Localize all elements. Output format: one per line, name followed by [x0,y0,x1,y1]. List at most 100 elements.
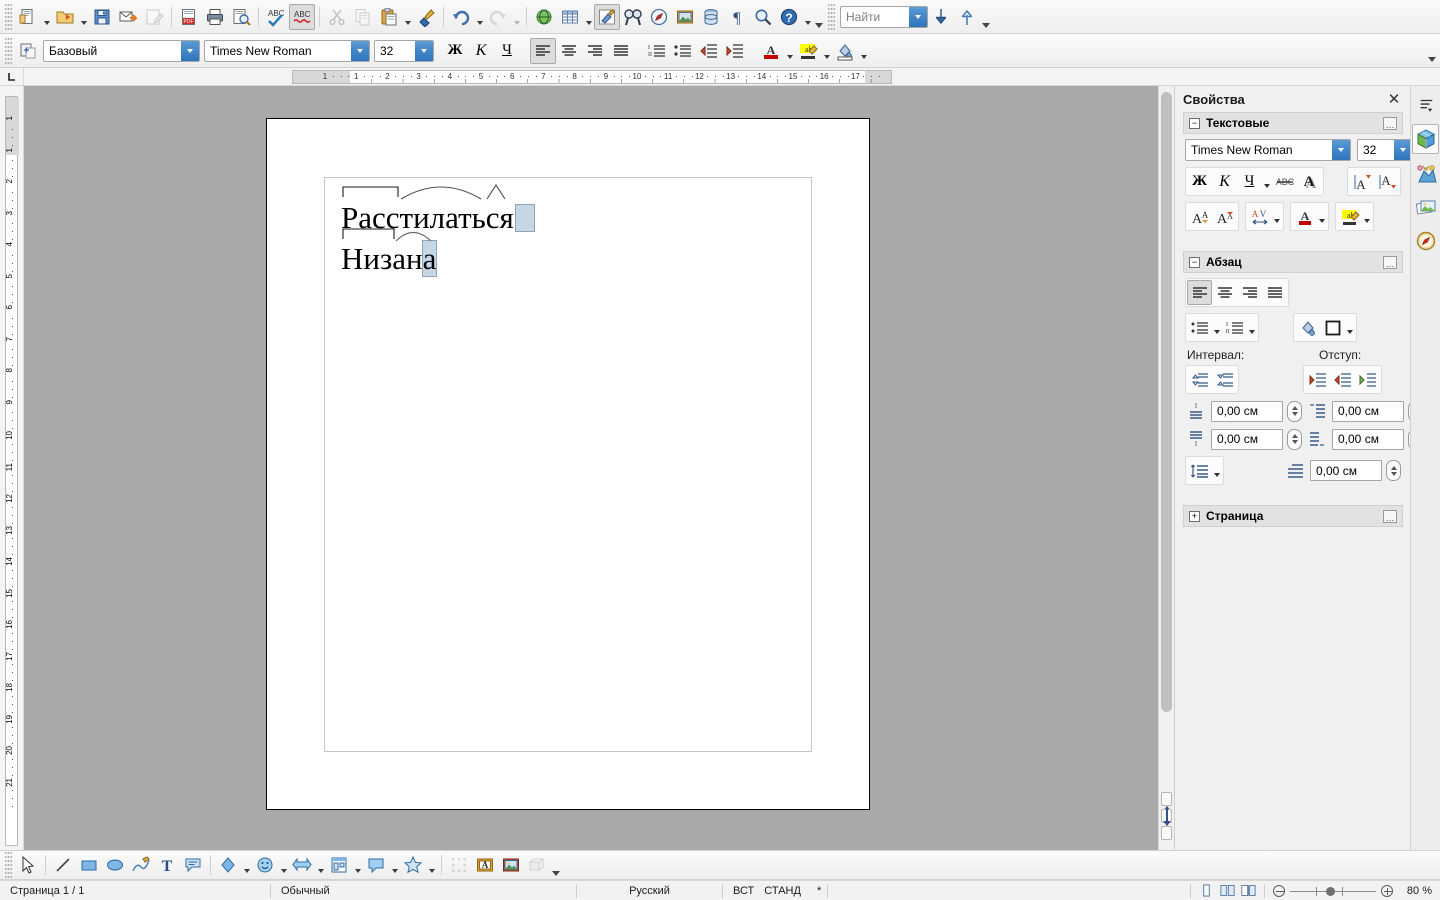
background-color-icon[interactable] [832,38,858,64]
print-icon[interactable] [202,4,228,30]
bold-button[interactable]: Ж [442,38,468,64]
autospellcheck-icon[interactable]: ABC [289,3,315,30]
align-right-icon[interactable] [1237,280,1262,305]
spelling-check-icon[interactable]: ABC [263,4,289,30]
decrease-indent-icon[interactable] [1330,367,1355,392]
status-language[interactable]: Русский [577,881,722,900]
align-justify-icon[interactable] [608,38,634,64]
clone-formatting-icon[interactable] [413,4,439,30]
subscript-icon[interactable]: A [1374,169,1399,194]
formatting-marks-icon[interactable]: ¶ [724,4,750,30]
space-below-stepper[interactable] [1287,428,1302,450]
font-color-icon[interactable]: A [758,38,784,64]
formatting-toolbar-grip[interactable] [5,37,12,64]
paragraph-section-header[interactable]: − Абзац … [1183,251,1403,273]
character-section-header[interactable]: − Текстовые … [1183,112,1403,134]
vertical-ruler-scale[interactable]: 1 1 2 3 4 5 6 7 8 9 10 11 12 13 14 15 16 17 18 19 20 21 [5,96,19,846]
align-center-icon[interactable] [1212,280,1237,305]
previous-page-button[interactable] [1161,792,1172,806]
space-above-field[interactable]: 0,00 см [1211,400,1283,422]
underline-button[interactable]: Ч [494,38,520,64]
search-history-dropdown[interactable] [909,6,927,27]
character-spacing-icon[interactable]: A V [1247,204,1272,229]
open-folder-dropdown-arrow[interactable] [78,4,89,30]
find-toolbar-grip[interactable] [828,3,835,30]
styles-deck-icon[interactable] [1412,158,1439,188]
top-margin-indicator[interactable] [6,97,19,155]
paragraph-style-dropdown-arrow[interactable] [181,40,199,61]
tab-stop-marker[interactable]: ⊥ [431,78,437,83]
block-arrows-dropdown-arrow[interactable] [315,852,326,878]
callout-shapes-dropdown-arrow[interactable] [389,852,400,878]
tab-stop-marker[interactable]: ⊥ [618,78,624,83]
unordered-list-icon[interactable] [1187,315,1212,340]
character-collapse-toggle[interactable]: − [1189,117,1200,129]
find-next-icon[interactable] [928,4,954,30]
highlight-color-icon[interactable]: ab [1337,204,1362,229]
align-center-icon[interactable] [556,38,582,64]
find-replace-icon[interactable] [620,4,646,30]
multi-page-view-icon[interactable] [1220,884,1235,897]
tab-stop-marker[interactable]: ⊥ [681,78,687,83]
vertical-scrollbar[interactable] [1158,86,1174,850]
symbol-shapes-icon[interactable] [252,852,278,878]
page-collapse-toggle[interactable]: + [1189,510,1200,522]
tab-stop-marker[interactable]: ⊥ [806,78,812,83]
callout-shapes-icon[interactable] [363,852,389,878]
italic-button[interactable]: К [468,38,494,64]
edit-mode-icon[interactable] [141,4,167,30]
tab-stop-marker[interactable]: ⊥ [525,78,531,83]
sidebar-font-size-combo[interactable]: 32 [1357,139,1413,161]
help-icon[interactable]: ? [776,4,802,30]
document-line-2[interactable]: Низана [341,228,761,279]
paste-dropdown-arrow[interactable] [402,4,413,30]
cut-icon[interactable] [324,4,350,30]
font-size-combo[interactable]: 32 [374,39,434,62]
extrusion-icon[interactable] [524,852,550,878]
decrease-font-size-icon[interactable]: A A [1212,204,1237,229]
toolbar-grip[interactable] [5,3,12,30]
tab-stop-marker[interactable]: ⊥ [400,78,406,83]
insert-image-icon[interactable] [672,4,698,30]
highlight-color-dropdown-arrow[interactable] [1362,204,1372,229]
zoom-slider[interactable] [1290,885,1376,897]
font-name-combo[interactable]: Times New Roman [204,39,370,62]
block-arrows-icon[interactable] [289,852,315,878]
formatting-toolbar-overflow-button[interactable] [1426,36,1438,66]
navigator-icon[interactable] [646,4,672,30]
page-more-options-icon[interactable]: … [1383,509,1397,523]
rotate-icon[interactable] [446,852,472,878]
sidebar-underline-button[interactable]: Ч [1237,169,1262,194]
character-spacing-dropdown-arrow[interactable] [1272,204,1282,229]
indent-after-field[interactable]: 0,00 см [1332,428,1404,450]
next-page-button[interactable] [1161,826,1172,840]
tab-stop-marker[interactable]: ⊥ [494,78,500,83]
zoom-in-button[interactable] [1381,884,1393,897]
search-input[interactable]: Найти [840,5,928,28]
standard-toolbar-overflow-button[interactable] [813,2,825,32]
increase-paragraph-spacing-icon[interactable] [1187,367,1212,392]
tab-stop-marker[interactable]: ⊥ [743,78,749,83]
close-icon[interactable]: ✕ [1385,90,1403,108]
document-canvas[interactable]: Расстилаться Низана [24,86,1158,850]
ordered-list-icon[interactable]: I II [1222,315,1247,340]
help-dropdown-arrow[interactable] [802,4,813,30]
status-page-style[interactable]: Обычный [271,881,576,900]
gallery-deck-icon[interactable] [1412,192,1439,222]
space-below-field[interactable]: 0,00 см [1211,428,1283,450]
first-line-indent-field[interactable]: 0,00 см [1310,460,1382,481]
zoom-icon[interactable] [750,4,776,30]
document-line-1[interactable]: Расстилаться [341,183,761,238]
font-color-icon[interactable]: A [1292,204,1317,229]
unordered-list-dropdown-arrow[interactable] [1212,315,1222,340]
open-folder-icon[interactable] [52,4,78,30]
increase-indent-icon[interactable] [722,38,748,64]
paragraph-background-icon[interactable] [1295,315,1320,340]
from-file-icon[interactable] [498,852,524,878]
space-above-stepper[interactable] [1287,400,1302,422]
status-insert-mode[interactable]: ВСТ [723,881,764,900]
vertical-scrollbar-thumb[interactable] [1161,92,1172,712]
horizontal-ruler-scale[interactable]: 1 1 ⊥ 2 ⊥ 3 ⊥ 4 ⊥ 5 ⊥ 6 ⊥ 7 ⊥ 8 ⊥ 9 ⊥ 10 ⊥ 11 ⊥ 12 ⊥ 13 ⊥ 14 ⊥ 15 ⊥ 16 ⊥… [292,70,892,84]
decrease-paragraph-spacing-icon[interactable] [1212,367,1237,392]
ending-selected-char[interactable]: а [421,240,438,277]
